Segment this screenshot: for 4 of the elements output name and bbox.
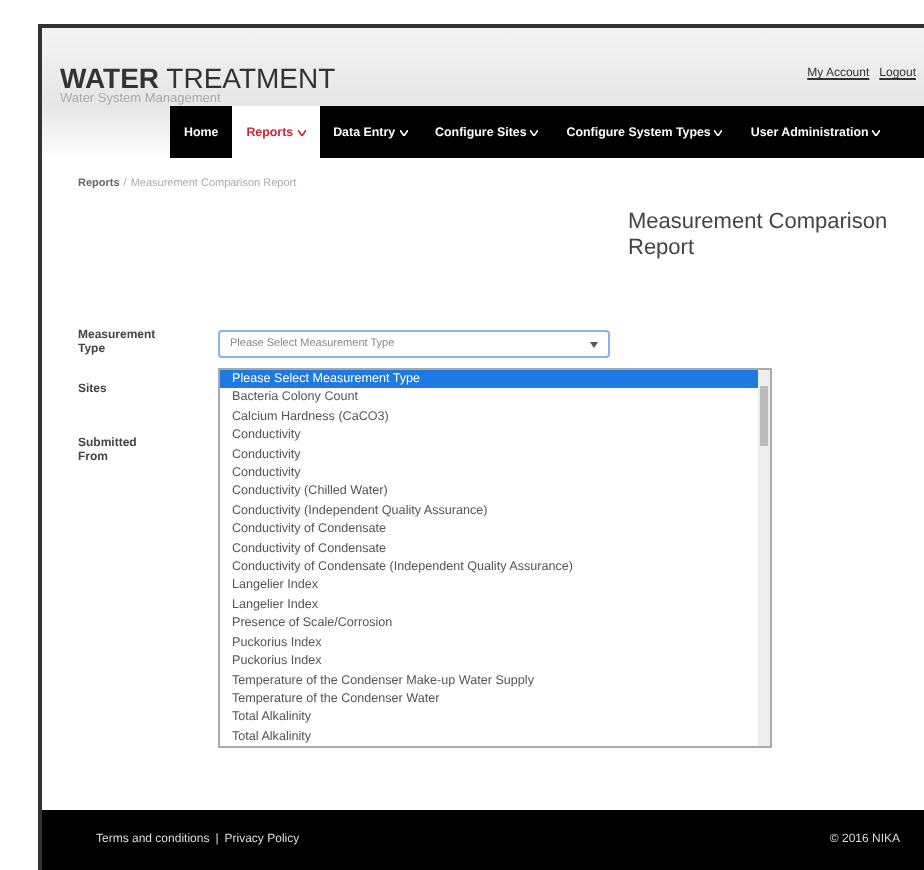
dropdown-arrow-icon	[590, 341, 598, 347]
page-title: Measurement Comparison Report	[628, 210, 888, 262]
app-title: WATER TREATMENT	[60, 64, 336, 92]
scrollbar[interactable]	[758, 370, 770, 747]
